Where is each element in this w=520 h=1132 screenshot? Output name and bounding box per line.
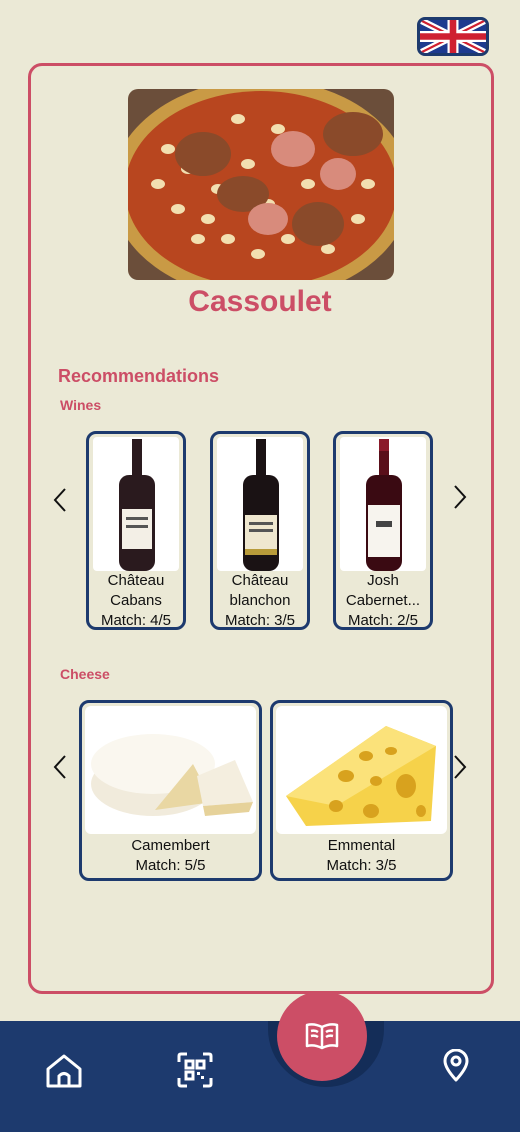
dish-title: Cassoulet: [188, 285, 332, 318]
wine-bottle-image: [217, 437, 303, 571]
nav-map-button[interactable]: [440, 1048, 472, 1084]
camembert-image: [85, 706, 256, 834]
uk-flag-icon: [420, 20, 486, 53]
wine-bottle-image: [93, 437, 179, 571]
cassoulet-dish-image: [128, 89, 394, 280]
cheese-name: Camembert: [131, 837, 210, 854]
chevron-right-icon: [454, 485, 467, 509]
wine-name-line2: blanchon: [229, 592, 291, 609]
cheese-next-button[interactable]: [448, 750, 472, 784]
wine-card[interactable]: Château blanchon Match: 3/5: [210, 431, 310, 630]
wine-name-line1: Château: [231, 572, 289, 589]
cheese-label: Cheese: [60, 666, 110, 682]
chevron-left-icon: [53, 488, 66, 512]
home-icon: [46, 1054, 82, 1088]
wine-card[interactable]: Château Cabans Match: 4/5: [86, 431, 186, 630]
wines-label: Wines: [60, 397, 102, 413]
wine-match: Match: 3/5: [224, 612, 296, 629]
wines-next-button[interactable]: [448, 480, 472, 514]
cheese-match: Match: 3/5: [326, 857, 397, 874]
nav-home-button[interactable]: [43, 1051, 85, 1091]
nav-menu-button[interactable]: [277, 991, 367, 1081]
wine-name-line2: Cabans: [110, 592, 162, 609]
wine-name-line1: Château: [107, 572, 165, 589]
chevron-right-icon: [454, 755, 467, 779]
chevron-left-icon: [53, 755, 66, 779]
wines-prev-button[interactable]: [48, 483, 72, 517]
wine-name-line2: Cabernet...: [345, 592, 421, 609]
book-icon: [305, 1023, 339, 1050]
wine-name-line1: Josh: [367, 572, 399, 589]
wine-match: Match: 2/5: [347, 612, 419, 629]
language-flag-button[interactable]: [417, 17, 489, 56]
cheese-match: Match: 5/5: [135, 857, 206, 874]
cheese-prev-button[interactable]: [48, 750, 72, 784]
wine-match: Match: 4/5: [100, 612, 172, 629]
cheese-card[interactable]: Camembert Match: 5/5: [79, 700, 262, 881]
nav-scan-button[interactable]: [176, 1051, 214, 1089]
qr-scan-icon: [177, 1052, 213, 1088]
emmental-image: [276, 706, 447, 834]
recommendations-heading: Recommendations: [58, 366, 220, 386]
cheese-name: Emmental: [327, 837, 396, 854]
wine-bottle-image: [340, 437, 426, 571]
location-pin-icon: [443, 1049, 469, 1082]
cheese-card[interactable]: Emmental Match: 3/5: [270, 700, 453, 881]
wine-card[interactable]: Josh Cabernet... Match: 2/5: [333, 431, 433, 630]
